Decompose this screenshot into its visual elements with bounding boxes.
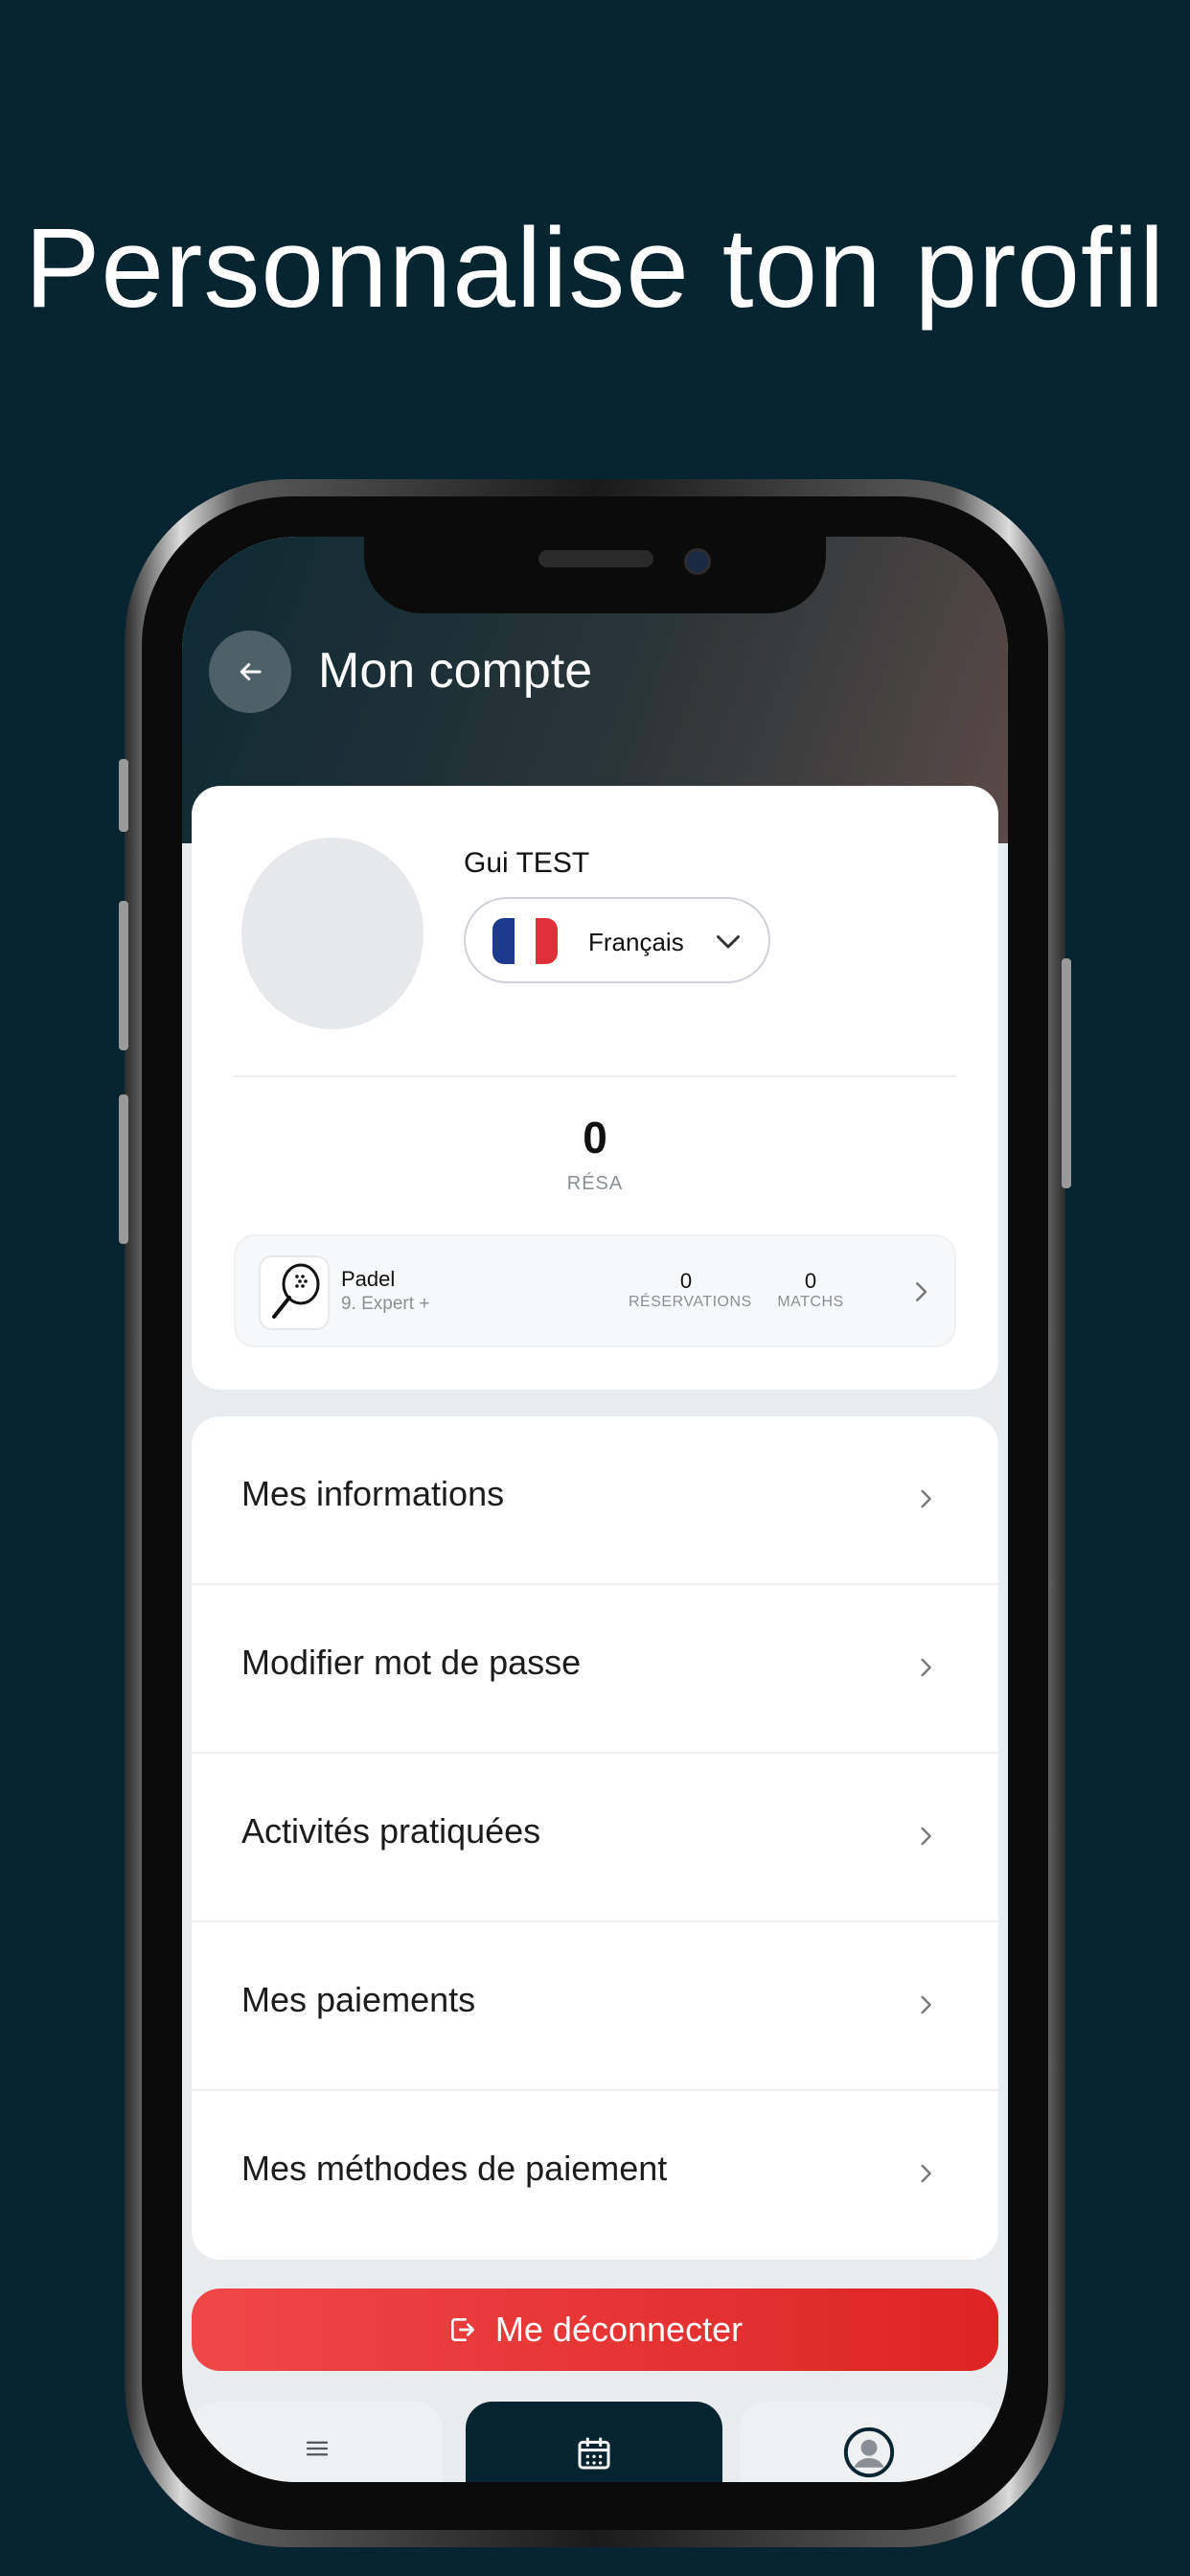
- promo-headline: Personnalise ton profil: [24, 205, 1166, 332]
- user-icon: [843, 2426, 895, 2478]
- menu-item-activites-pratiquees[interactable]: Activités pratiquées: [192, 1754, 998, 1922]
- menu-item-mes-methodes-de-paiement[interactable]: Mes méthodes de paiement: [192, 2091, 998, 2260]
- matchs-label: MATCHS: [777, 1294, 844, 1310]
- app-screen: Mon compte Gui TEST Français 0 RÉSA Pade…: [182, 537, 1008, 2482]
- resa-label: RÉSA: [566, 1173, 624, 1194]
- chevron-right-icon: [921, 1489, 931, 1508]
- matchs-stat: 0 MATCHS: [772, 1269, 849, 1311]
- chevron-right-icon: [916, 1282, 927, 1301]
- tab-calendar[interactable]: [466, 2402, 722, 2482]
- arrow-left-icon: [240, 663, 262, 680]
- reservations-label: RÉSERVATIONS: [629, 1294, 752, 1310]
- logout-button[interactable]: Me déconnecter: [192, 2288, 998, 2371]
- tab-bar: [182, 2402, 1008, 2482]
- menu-item-mes-informations[interactable]: Mes informations: [192, 1416, 998, 1585]
- phone-volume-down: [119, 1094, 128, 1244]
- language-label: Français: [588, 928, 684, 956]
- padel-racket-icon: [259, 1255, 330, 1330]
- tab-profile[interactable]: [740, 2402, 998, 2482]
- phone-speaker: [538, 550, 653, 567]
- chevron-right-icon: [921, 2164, 931, 2183]
- logout-label: Me déconnecter: [494, 2310, 744, 2349]
- back-button[interactable]: [209, 631, 291, 713]
- matchs-value: 0: [804, 1269, 817, 1293]
- menu-icon: [306, 2441, 329, 2456]
- menu-item-modifier-mot-de-passe[interactable]: Modifier mot de passe: [192, 1585, 998, 1754]
- menu-item-label: Mes informations: [241, 1474, 505, 1513]
- chevron-right-icon: [921, 1827, 931, 1846]
- chevron-right-icon: [921, 1658, 931, 1677]
- menu-item-label: Mes paiements: [241, 1980, 476, 2019]
- reservations-stat: 0 RÉSERVATIONS: [629, 1269, 752, 1311]
- france-flag-icon: [492, 918, 558, 964]
- user-name: Gui TEST: [464, 847, 590, 879]
- language-select[interactable]: Français: [464, 897, 770, 983]
- menu-item-mes-paiements[interactable]: Mes paiements: [192, 1922, 998, 2091]
- divider: [234, 1075, 956, 1077]
- menu-item-label: Activités pratiquées: [241, 1811, 541, 1851]
- page-title: Mon compte: [318, 643, 593, 699]
- chevron-right-icon: [921, 1995, 931, 2014]
- profile-card: Gui TEST Français 0 RÉSA Padel 9. Expert…: [192, 786, 998, 1390]
- sport-name: Padel: [341, 1267, 396, 1291]
- calendar-icon: [578, 2437, 610, 2470]
- avatar[interactable]: [241, 838, 423, 1029]
- phone-power-button: [1062, 958, 1071, 1188]
- phone-camera: [684, 548, 711, 575]
- menu-item-label: Mes méthodes de paiement: [241, 2149, 668, 2188]
- reservations-value: 0: [679, 1269, 693, 1293]
- sport-level: 9. Expert +: [341, 1294, 430, 1314]
- logout-icon: [450, 2318, 474, 2341]
- phone-side-button: [119, 759, 128, 832]
- tab-menu[interactable]: [192, 2402, 443, 2482]
- chevron-down-icon: [717, 935, 740, 949]
- sport-row-padel[interactable]: Padel 9. Expert + 0 RÉSERVATIONS 0 MATCH…: [234, 1234, 956, 1347]
- resa-count: 0: [583, 1113, 607, 1162]
- phone-volume-up: [119, 901, 128, 1050]
- phone-notch: [364, 537, 826, 613]
- menu-list: Mes informations Modifier mot de passe A…: [192, 1416, 998, 2260]
- menu-item-label: Modifier mot de passe: [241, 1643, 582, 1682]
